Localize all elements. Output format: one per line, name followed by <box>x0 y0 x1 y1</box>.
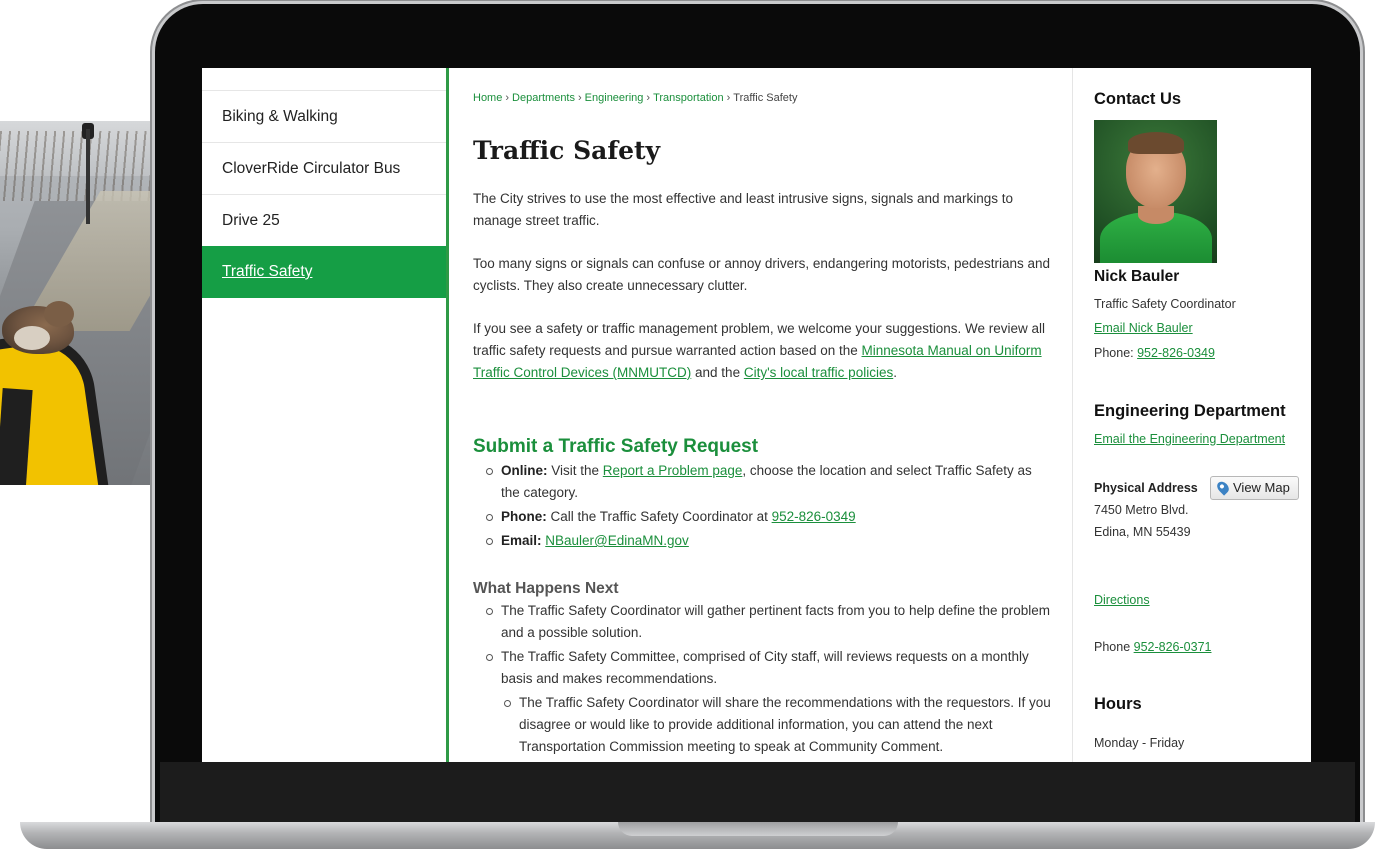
address-line-2: Edina, MN 55439 <box>1094 525 1191 539</box>
portrait-hair <box>1128 132 1184 154</box>
engineering-department-heading: Engineering Department <box>1094 402 1286 420</box>
phone-text: Call the Traffic Safety Coordinator at <box>546 509 772 524</box>
sidebar-item-biking-walking[interactable]: Biking & Walking <box>202 90 446 142</box>
contact-portrait <box>1094 120 1217 263</box>
intro3-text-c: . <box>893 365 897 380</box>
list-item-online: Online: Visit the Report a Problem page,… <box>484 460 1054 504</box>
laptop-chin <box>160 762 1355 822</box>
local-traffic-policies-link[interactable]: City's local traffic policies <box>744 365 893 380</box>
list-item-phone: Phone: Call the Traffic Safety Coordinat… <box>484 506 1054 528</box>
breadcrumb-transportation[interactable]: Transportation <box>653 92 724 104</box>
main-content: Home › Departments › Engineering › Transportat… <box>473 68 1053 762</box>
contact-name: Nick Bauler <box>1094 268 1180 285</box>
physical-address-label: Physical Address <box>1094 481 1198 495</box>
breadcrumb-departments[interactable]: Departments <box>512 92 575 104</box>
contact-role: Traffic Safety Coordinator <box>1094 297 1236 311</box>
laptop-screen: Biking & Walking CloverRide Circulator B… <box>202 68 1311 762</box>
coordinator-email-link[interactable]: NBauler@EdinaMN.gov <box>545 533 689 548</box>
sidebar-item-cloverride[interactable]: CloverRide Circulator Bus <box>202 142 446 194</box>
intro-paragraph-3: If you see a safety or traffic managemen… <box>473 318 1053 384</box>
breadcrumb-separator: › <box>505 92 510 104</box>
breadcrumb-separator: › <box>578 92 582 104</box>
contact-email-row: Email Nick Bauler <box>1094 316 1193 340</box>
laptop-base <box>20 822 1375 849</box>
photo-lamp-post <box>86 129 90 224</box>
coordinator-phone-link[interactable]: 952-826-0349 <box>772 509 856 524</box>
contact-phone-row: Phone: 952-826-0349 <box>1094 341 1215 365</box>
email-label: Email: <box>501 533 542 548</box>
what-happens-next-heading: What Happens Next <box>473 580 619 597</box>
contact-heading: Contact Us <box>1094 90 1182 108</box>
hours-heading: Hours <box>1094 695 1142 713</box>
photo-bird-belly <box>14 326 50 350</box>
intro3-text-b: and the <box>691 365 744 380</box>
directions-row: Directions <box>1094 588 1150 612</box>
breadcrumb-engineering[interactable]: Engineering <box>585 92 644 104</box>
breadcrumb-home[interactable]: Home <box>473 92 502 104</box>
submit-request-heading: Submit a Traffic Safety Request <box>473 436 759 457</box>
list-item-email: Email: NBauler@EdinaMN.gov <box>484 530 1054 552</box>
contact-phone-link[interactable]: 952-826-0349 <box>1137 346 1215 360</box>
contact-phone-label: Phone: <box>1094 346 1138 360</box>
dept-phone-link[interactable]: 952-826-0371 <box>1134 640 1212 654</box>
view-map-button[interactable]: View Map <box>1210 476 1299 500</box>
breadcrumb-separator: › <box>726 92 731 104</box>
phone-label: Phone: <box>501 509 547 524</box>
map-pin-icon <box>1214 479 1232 496</box>
email-nick-bauler-link[interactable]: Email Nick Bauler <box>1094 321 1193 335</box>
breadcrumb-current: Traffic Safety <box>733 92 798 104</box>
directions-link[interactable]: Directions <box>1094 593 1150 607</box>
contact-sidebar: Contact Us Nick Bauler Traffic Safety Co… <box>1072 68 1311 762</box>
laptop-notch <box>618 822 898 836</box>
breadcrumb: Home › Departments › Engineering › Transportat… <box>473 92 797 104</box>
breadcrumb-separator: › <box>646 92 651 104</box>
report-problem-link[interactable]: Report a Problem page <box>603 463 743 478</box>
email-engineering-link[interactable]: Email the Engineering Department <box>1094 432 1285 446</box>
online-label: Online: <box>501 463 548 478</box>
hours-text: Monday - Friday <box>1094 736 1185 750</box>
sidebar-item-drive-25[interactable]: Drive 25 <box>202 194 446 246</box>
next-steps-list: The Traffic Safety Coordinator will gath… <box>484 600 1054 760</box>
view-map-label: View Map <box>1233 480 1290 495</box>
stage: Biking & Walking CloverRide Circulator B… <box>0 0 1375 849</box>
sidebar-nav: Biking & Walking CloverRide Circulator B… <box>202 68 449 762</box>
list-item-step-2: The Traffic Safety Committee, comprised … <box>484 646 1054 690</box>
dept-phone-row: Phone 952-826-0371 <box>1094 635 1211 659</box>
background-photo <box>0 121 150 485</box>
address-line-1: 7450 Metro Blvd. <box>1094 503 1189 517</box>
dept-email-row: Email the Engineering Department <box>1094 427 1285 451</box>
submit-methods-list: Online: Visit the Report a Problem page,… <box>484 460 1054 554</box>
dept-phone-label: Phone <box>1094 640 1134 654</box>
list-item-step-3: The Traffic Safety Coordinator will shar… <box>502 692 1054 758</box>
page-title: Traffic Safety <box>473 136 661 165</box>
sidebar-item-traffic-safety[interactable]: Traffic Safety <box>202 246 446 298</box>
portrait-neck <box>1138 206 1174 224</box>
intro-paragraph-1: The City strives to use the most effecti… <box>473 191 1013 228</box>
list-item-step-1: The Traffic Safety Coordinator will gath… <box>484 600 1054 644</box>
photo-bird-head <box>44 301 74 327</box>
intro-paragraph-2: Too many signs or signals can confuse or… <box>473 256 1051 293</box>
online-text-a: Visit the <box>547 463 603 478</box>
